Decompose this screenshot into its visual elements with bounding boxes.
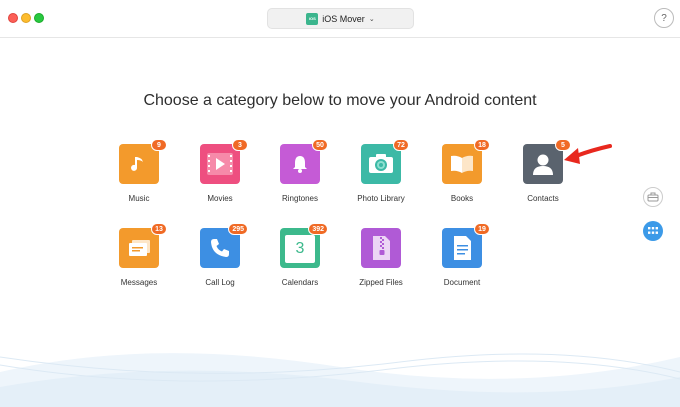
category-calendars[interactable]: 3 392 Calendars	[260, 223, 340, 287]
count-badge: 19	[474, 223, 490, 235]
count-badge: 50	[312, 139, 328, 151]
count-badge: 392	[308, 223, 328, 235]
count-badge: 18	[474, 139, 490, 151]
category-label: Messages	[120, 278, 158, 287]
movies-tile[interactable]: 3	[200, 139, 248, 184]
contacts-tile[interactable]: 5	[523, 139, 571, 184]
title-bar: iOS iOS Mover ⌄ ?	[0, 0, 680, 38]
category-label: Music	[128, 194, 150, 203]
device-name: iOS Mover	[322, 13, 365, 24]
count-badge: 72	[393, 139, 409, 151]
messages-tile[interactable]: 13	[119, 223, 167, 268]
zoom-window-button[interactable]	[34, 13, 44, 23]
document-tile[interactable]: 19	[442, 223, 490, 268]
help-button[interactable]: ?	[654, 8, 674, 28]
category-document[interactable]: 19 Document	[422, 223, 502, 287]
count-badge: 295	[228, 223, 248, 235]
category-books[interactable]: 18 Books	[422, 139, 502, 203]
category-grid-button[interactable]	[643, 221, 663, 241]
category-label: Document	[443, 278, 481, 287]
category-zipped-files[interactable]: Zipped Files	[341, 228, 421, 287]
device-badge-icon: iOS	[306, 12, 319, 25]
category-music[interactable]: 9 Music	[99, 139, 179, 203]
count-badge: 3	[232, 139, 248, 151]
bell-icon	[293, 156, 307, 173]
photo-library-tile[interactable]: 72	[361, 139, 409, 184]
category-label: Zipped Files	[359, 278, 403, 287]
category-label: Movies	[207, 194, 233, 203]
count-badge: 13	[151, 223, 167, 235]
music-note-icon	[131, 157, 143, 171]
category-label: Contacts	[527, 194, 559, 203]
camera-icon	[369, 154, 393, 173]
calendars-tile[interactable]: 3 392	[280, 223, 328, 268]
grid-icon	[648, 227, 658, 234]
category-label: Calendars	[281, 278, 319, 287]
person-icon	[533, 154, 553, 175]
zipped-files-tile[interactable]	[361, 228, 401, 268]
books-tile[interactable]: 18	[442, 139, 490, 184]
play-icon	[207, 153, 233, 175]
zip-icon	[373, 236, 390, 260]
category-label: Ringtones	[281, 194, 319, 203]
message-icon	[129, 240, 150, 256]
count-badge: 9	[151, 139, 167, 151]
category-movies[interactable]: 3 Movies	[180, 139, 260, 203]
phone-icon	[211, 239, 229, 257]
chevron-down-icon: ⌄	[368, 15, 375, 23]
close-window-button[interactable]	[8, 13, 18, 23]
device-selector[interactable]: iOS iOS Mover ⌄	[267, 8, 414, 29]
category-label: Call Log	[205, 278, 235, 287]
book-icon	[451, 155, 473, 173]
wave-background	[0, 353, 680, 407]
category-messages[interactable]: 13 Messages	[99, 223, 179, 287]
category-label: Books	[450, 194, 474, 203]
music-tile[interactable]: 9	[119, 139, 167, 184]
toolbox-button[interactable]	[643, 187, 663, 207]
call-log-tile[interactable]: 295	[200, 223, 248, 268]
page-title: Choose a category below to move your And…	[143, 92, 537, 109]
document-icon	[454, 236, 471, 260]
ringtones-tile[interactable]: 50	[280, 139, 328, 184]
category-photo-library[interactable]: 72 Photo Library	[341, 139, 421, 203]
category-label: Photo Library	[357, 194, 405, 203]
pointer-arrow-icon	[564, 144, 612, 164]
calendar-icon: 3	[285, 235, 315, 263]
minimize-window-button[interactable]	[21, 13, 31, 23]
category-ringtones[interactable]: 50 Ringtones	[260, 139, 340, 203]
toolbox-icon	[647, 192, 659, 202]
category-call-log[interactable]: 295 Call Log	[180, 223, 260, 287]
